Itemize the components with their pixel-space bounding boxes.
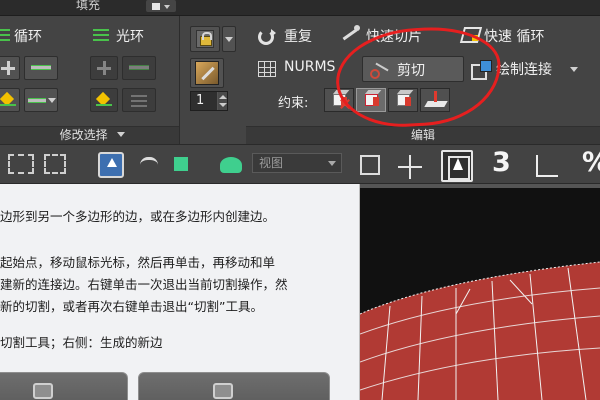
pivot-icon[interactable] [360,155,380,175]
loop-dropdown[interactable] [24,88,58,112]
swiftloop-button[interactable]: 快速 循环 [484,26,544,46]
modify-selection-panel: 循环 光环 修改选择 [0,16,180,144]
pin-spinner[interactable]: 1 [190,91,228,111]
ring-lines-icon [131,95,147,109]
modify-selection-footer[interactable]: 修改选择 [0,126,179,144]
repeat-button[interactable]: 重复 [284,26,312,46]
chevron-down-icon [225,37,233,42]
paint-brush-icon [195,61,219,85]
ring-dropdown[interactable] [122,88,156,112]
nurms-icon [258,61,276,77]
ribbon: 循环 光环 修改选择 1 重复 NURMS 约束: 快速切片 剪切 快速 循环 … [0,16,600,144]
nurms-button[interactable]: NURMS [284,59,335,75]
percent-snap-toggle[interactable]: % [582,147,600,178]
shrink-ring-button[interactable] [122,56,156,80]
lock-button[interactable] [190,26,220,52]
grow-ring-button[interactable] [90,56,118,80]
plus-icon [97,61,111,75]
ring-icon [93,29,109,43]
angle-snap-icon[interactable] [534,153,560,179]
cut-tool-help-tooltip: 边形到另一个多边形的边，或在多边形内创建边。 起始点，移动鼠标光标，然后再单击，… [0,184,360,400]
ribbon-tab-strip: 填充 [0,0,600,16]
region-select-icon[interactable] [8,154,34,174]
dash-icon [28,98,46,103]
scale-icon[interactable] [174,157,188,171]
ring-mode-icon [96,93,112,107]
example-image-left [0,372,128,400]
ring-button[interactable]: 光环 [116,26,144,46]
chevron-down-icon [117,132,126,137]
select-and-manipulate-button[interactable] [441,150,473,182]
reference-coordinate-dropdown[interactable]: 视图 [252,153,342,173]
shrink-loop-button[interactable] [24,56,58,80]
tab-fill[interactable]: 填充 [76,0,100,13]
spinner-value: 1 [196,93,205,108]
snaps-toggle[interactable]: 3 [492,147,511,178]
loop-icon [0,29,10,43]
ribbon-minimize-button[interactable] [146,0,176,12]
loop-button[interactable]: 循环 [14,26,42,46]
help-line-1: 边形到另一个多边形的边，或在多边形内创建边。 [0,209,276,224]
ring-mode-button[interactable] [90,88,118,112]
panel-title: 编辑 [410,128,435,142]
place-icon[interactable] [220,157,242,173]
example-image-right [138,372,330,400]
viewport-border [360,184,600,188]
perspective-viewport[interactable] [360,184,600,400]
mesh-wireframe [360,261,600,400]
constraint-label: 约束: [278,96,309,111]
chevron-down-icon[interactable] [570,67,578,72]
paint-connect-button[interactable]: 绘制连接 [496,59,552,79]
paint-button[interactable] [190,58,224,88]
loop-mode-icon [0,93,16,107]
panel-title: 修改选择 [59,128,108,142]
grow-loop-button[interactable] [0,56,20,80]
loop-mode-button[interactable] [0,88,20,112]
move-icon[interactable] [398,155,422,179]
lock-icon [196,30,214,48]
lock-dropdown[interactable] [222,26,236,52]
main-toolbar: 视图 3 % [0,144,600,184]
spool-icon [33,383,53,399]
redo-icon [258,29,276,45]
spinner-arrows[interactable] [217,92,227,110]
window-crossing-icon[interactable] [44,154,66,174]
combo-value: 视图 [259,156,284,170]
edit-panel-footer[interactable]: 编辑 [246,126,600,144]
minus-icon [129,65,149,70]
rotate-icon[interactable] [140,157,158,171]
minus-icon [31,65,51,70]
help-line-5: 切割工具；右侧：生成的新边 [0,335,163,350]
quickslice-icon [342,25,362,43]
select-object-button[interactable] [98,152,124,178]
plus-icon [1,61,15,75]
pin-panel: 1 [180,16,246,144]
help-line-4: 新的切割，或者再次右键单击退出“切割”工具。 [0,299,263,314]
help-line-3: 建新的连接边。右键单击一次退出当前切割操作，然 [0,277,288,292]
help-line-2: 起始点，移动鼠标光标，然后再单击，再移动和单 [0,255,276,270]
spool-icon [213,383,233,399]
chevron-down-icon [48,98,56,103]
